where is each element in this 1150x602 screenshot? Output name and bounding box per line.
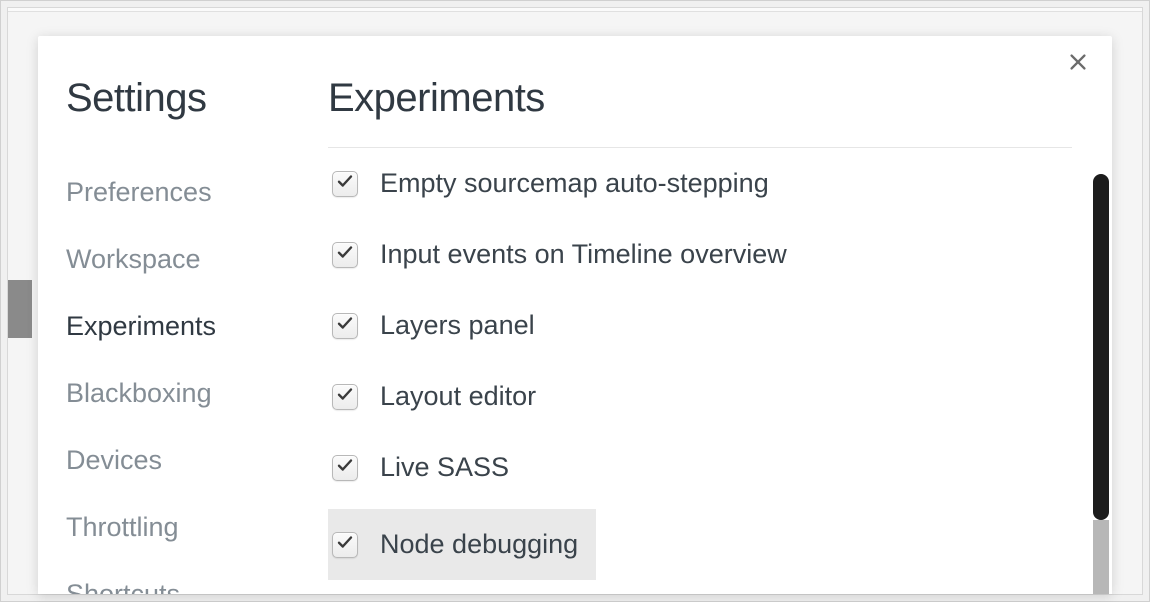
sidebar-item-preferences[interactable]: Preferences: [66, 159, 302, 226]
experiment-label: Live SASS: [380, 452, 509, 483]
settings-sidebar: Settings Preferences Workspace Experimen…: [38, 36, 302, 594]
settings-main: Experiments Empty sourcemap auto-steppin…: [302, 36, 1112, 594]
experiment-checkbox[interactable]: [332, 242, 358, 268]
checkmark-icon: [336, 456, 354, 479]
experiment-checkbox[interactable]: [332, 384, 358, 410]
scrollbar[interactable]: [1093, 174, 1109, 594]
checkmark-icon: [336, 385, 354, 408]
experiment-checkbox[interactable]: [332, 313, 358, 339]
experiment-label: Input events on Timeline overview: [380, 239, 787, 270]
experiment-row-highlighted: Node debugging: [328, 509, 596, 580]
experiment-row: Layout editor: [328, 361, 1072, 432]
experiment-checkbox[interactable]: [332, 171, 358, 197]
experiment-label: Node debugging: [380, 529, 578, 560]
experiment-row: Empty sourcemap auto-stepping: [328, 148, 1072, 219]
checkmark-icon: [336, 314, 354, 337]
sidebar-item-devices[interactable]: Devices: [66, 427, 302, 494]
experiment-checkbox[interactable]: [332, 455, 358, 481]
settings-panel: Settings Preferences Workspace Experimen…: [38, 36, 1112, 594]
sidebar-item-shortcuts[interactable]: Shortcuts: [66, 561, 302, 594]
experiments-list: Empty sourcemap auto-stepping Input even…: [328, 147, 1072, 580]
close-icon: [1067, 51, 1089, 78]
experiment-label: Empty sourcemap auto-stepping: [380, 168, 769, 199]
experiment-row: Layers panel: [328, 290, 1072, 361]
scrollbar-thumb-lower[interactable]: [1093, 520, 1109, 594]
background-tab-marker: [8, 280, 32, 338]
experiment-row: Live SASS: [328, 432, 1072, 503]
sidebar-item-experiments[interactable]: Experiments: [66, 293, 302, 360]
sidebar-item-throttling[interactable]: Throttling: [66, 494, 302, 561]
close-button[interactable]: [1062, 48, 1094, 80]
checkmark-icon: [336, 172, 354, 195]
experiment-row: Input events on Timeline overview: [328, 219, 1072, 290]
sidebar-item-blackboxing[interactable]: Blackboxing: [66, 360, 302, 427]
checkmark-icon: [336, 533, 354, 556]
scrollbar-thumb[interactable]: [1093, 174, 1109, 520]
experiment-label: Layout editor: [380, 381, 536, 412]
sidebar-item-workspace[interactable]: Workspace: [66, 226, 302, 293]
experiment-checkbox[interactable]: [332, 532, 358, 558]
checkmark-icon: [336, 243, 354, 266]
page-title: Experiments: [328, 76, 1072, 121]
sidebar-title: Settings: [66, 76, 302, 121]
experiment-label: Layers panel: [380, 310, 535, 341]
